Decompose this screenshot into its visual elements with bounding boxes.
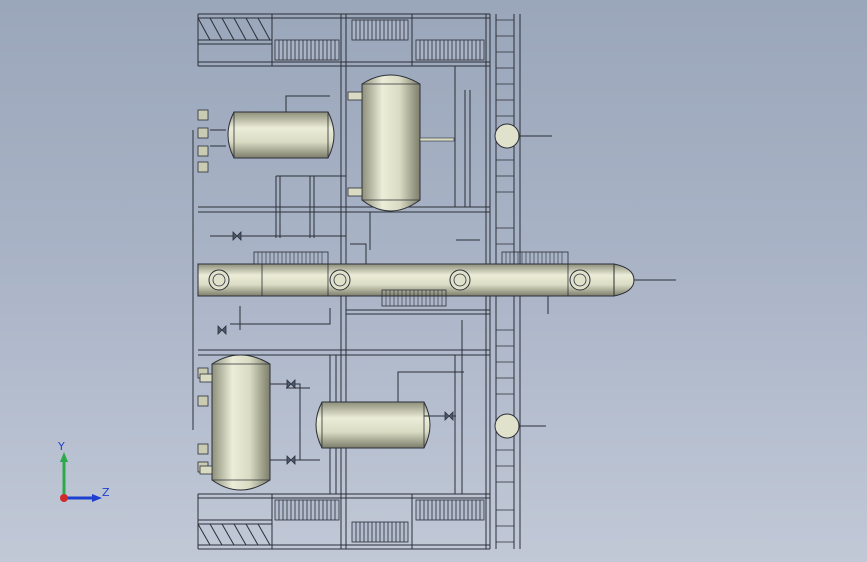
y-axis-label: Y <box>58 440 65 453</box>
top-grating <box>274 19 485 61</box>
bottom-grating <box>274 499 485 543</box>
vertical-vessel-top <box>347 74 455 212</box>
plant-model-top-view[interactable] <box>0 0 867 562</box>
coordinate-triad: Y Z <box>48 438 118 508</box>
cad-viewport[interactable]: Y Z <box>0 0 867 562</box>
z-axis-label: Z <box>102 486 110 499</box>
horizontal-vessel-top-left <box>210 95 335 159</box>
vertical-vessel-bottom-left <box>199 354 301 491</box>
horizontal-column <box>197 251 676 307</box>
horizontal-vessel-bottom <box>315 371 464 449</box>
